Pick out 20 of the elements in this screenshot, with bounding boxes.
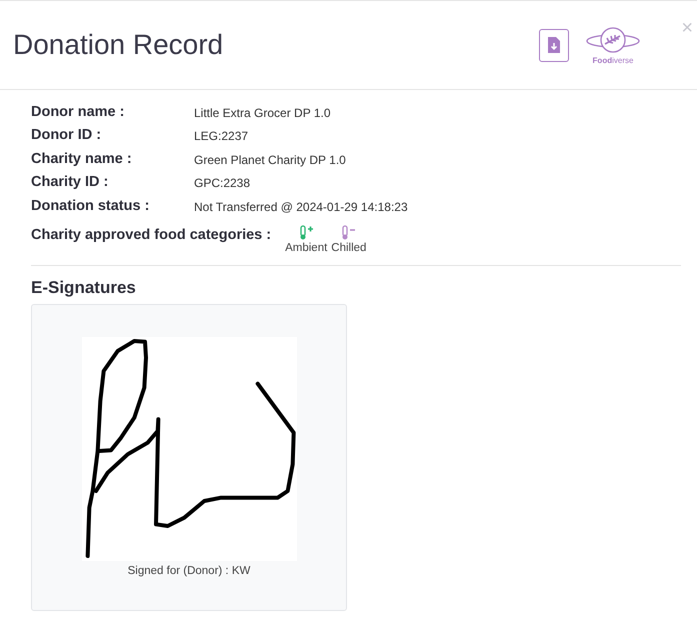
field-label: Donation status : [31, 196, 150, 216]
field-label: Charity ID : [31, 173, 110, 192]
field-label: Donor ID : [31, 126, 102, 146]
signature-caption: Signed for (Donor) : KW [128, 564, 250, 580]
field-value: LEG:2237 [194, 128, 248, 146]
field-label: Charity name : [31, 150, 133, 169]
field-label: Donor name : [31, 102, 126, 122]
download-button[interactable] [539, 28, 569, 62]
field-value: GPC:2238 [194, 175, 250, 192]
close-button[interactable]: × [681, 18, 693, 38]
file-download-icon [547, 37, 561, 53]
field-label: Charity approved food categories : [31, 226, 272, 244]
category-label: Ambient [285, 240, 328, 256]
logo-text: Foodiverse [592, 57, 634, 65]
section-heading: E-Signatures [31, 278, 137, 298]
field-value: Green Planet Charity DP 1.0 [194, 152, 346, 169]
category-label: Chilled [331, 240, 366, 256]
field-value: Little Extra Grocer DP 1.0 [194, 104, 330, 122]
field-value: Not Transferred @ 2024-01-29 14:18:23 [194, 198, 408, 216]
modal-title: Donation Record [13, 28, 224, 62]
